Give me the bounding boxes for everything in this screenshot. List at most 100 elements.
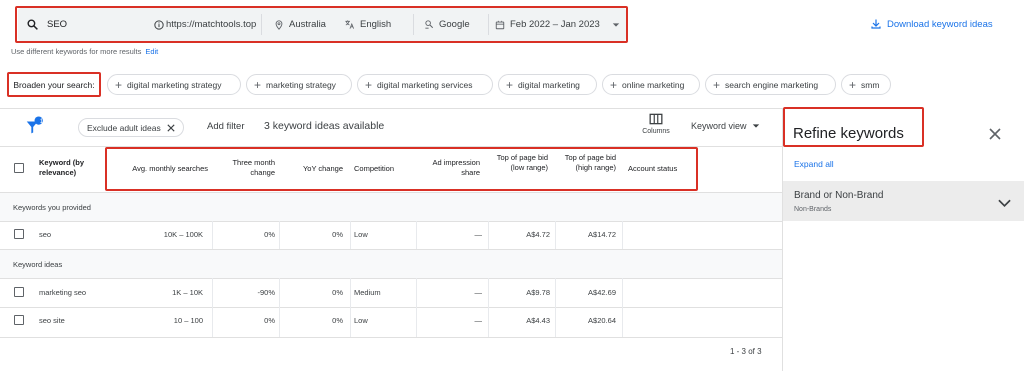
cell-bid-high: A$42.69 bbox=[588, 288, 616, 297]
cell-ad-impression-share: — bbox=[474, 230, 483, 239]
column-header-bid-high[interactable]: Top of page bid (high range) bbox=[560, 153, 616, 173]
cell-ad-impression-share: — bbox=[474, 288, 483, 297]
search-icon bbox=[27, 19, 38, 30]
column-header-three-month-change[interactable]: Three month change bbox=[214, 158, 275, 178]
column-divider bbox=[416, 278, 417, 337]
keyword-view-dropdown[interactable]: Keyword view bbox=[691, 121, 760, 131]
add-filter-button[interactable]: Add filter bbox=[207, 121, 245, 132]
cell-competition: Medium bbox=[354, 288, 381, 297]
cell-avg-monthly-searches: 1K – 10K bbox=[172, 288, 203, 297]
divider bbox=[0, 108, 782, 109]
divider bbox=[261, 14, 262, 35]
search-hint: Use different keywords for more results E… bbox=[11, 47, 158, 56]
cell-three-month-change: -90% bbox=[257, 288, 275, 297]
cell-keyword[interactable]: seo site bbox=[39, 316, 65, 325]
cell-keyword[interactable]: marketing seo bbox=[39, 288, 86, 297]
cell-yoy-change: 0% bbox=[332, 316, 343, 325]
cell-bid-high: A$14.72 bbox=[588, 230, 616, 239]
download-keyword-ideas-button[interactable]: Download keyword ideas bbox=[870, 18, 993, 30]
cell-bid-low: A$4.72 bbox=[526, 230, 550, 239]
cell-ad-impression-share: — bbox=[474, 316, 483, 325]
row-checkbox[interactable] bbox=[14, 287, 24, 297]
refine-group-brand[interactable] bbox=[783, 181, 1024, 221]
chip-label: online marketing bbox=[622, 79, 685, 90]
pagination-info: 1 - 3 of 3 bbox=[730, 347, 762, 356]
column-divider bbox=[622, 221, 623, 249]
close-icon[interactable] bbox=[167, 123, 175, 132]
divider bbox=[413, 14, 414, 35]
cell-bid-low: A$9.78 bbox=[526, 288, 550, 297]
plus-icon: + bbox=[254, 77, 262, 92]
location-selector[interactable]: Australia bbox=[274, 8, 336, 41]
columns-icon bbox=[649, 113, 663, 125]
cell-three-month-change: 0% bbox=[264, 316, 275, 325]
broaden-chip[interactable]: + search engine marketing bbox=[705, 74, 836, 95]
date-range-text: Feb 2022 – Jan 2023 bbox=[510, 19, 600, 30]
chip-label: search engine marketing bbox=[725, 79, 819, 90]
expand-group-button[interactable] bbox=[998, 195, 1011, 213]
cell-competition: Low bbox=[354, 316, 368, 325]
broaden-chip[interactable]: + digital marketing strategy bbox=[107, 74, 241, 95]
chip-label: marketing strategy bbox=[266, 79, 336, 90]
columns-button[interactable]: Columns bbox=[637, 113, 675, 135]
column-header-account-status[interactable]: Account status bbox=[628, 164, 696, 174]
exclude-adult-ideas-chip[interactable]: Exclude adult ideas bbox=[78, 118, 184, 137]
calendar-icon bbox=[495, 20, 505, 29]
broaden-chip[interactable]: + marketing strategy bbox=[246, 74, 352, 95]
location-text: Australia bbox=[289, 19, 326, 30]
download-icon bbox=[871, 19, 881, 29]
language-selector[interactable]: English bbox=[344, 8, 410, 41]
plus-icon: + bbox=[506, 77, 514, 92]
close-panel-button[interactable] bbox=[989, 127, 1001, 145]
refine-group-subtitle: Non-Brands bbox=[794, 206, 832, 213]
column-header-yoy-change[interactable]: YoY change bbox=[281, 164, 343, 174]
exclude-chip-label: Exclude adult ideas bbox=[87, 122, 161, 133]
divider bbox=[0, 307, 782, 308]
select-all-checkbox[interactable] bbox=[14, 163, 24, 173]
broaden-chip[interactable]: + digital marketing services bbox=[357, 74, 493, 95]
cell-bid-high: A$20.64 bbox=[588, 316, 616, 325]
cell-avg-monthly-searches: 10 – 100 bbox=[173, 316, 203, 325]
cell-competition: Low bbox=[354, 230, 368, 239]
plus-icon: + bbox=[849, 77, 857, 92]
translate-icon bbox=[345, 20, 355, 29]
keyword-search-bar: SEO https://matchtools.top Australia Eng… bbox=[18, 8, 626, 41]
cell-three-month-change: 0% bbox=[264, 230, 275, 239]
column-header-avg-monthly-searches[interactable]: Avg. monthly searches bbox=[108, 164, 208, 174]
chevron-down-icon bbox=[998, 199, 1011, 208]
column-header-ad-impression-share[interactable]: Ad impression share bbox=[420, 158, 480, 178]
keyword-view-label: Keyword view bbox=[691, 121, 747, 131]
plus-icon: + bbox=[713, 77, 721, 92]
cell-avg-monthly-searches: 10K – 100K bbox=[163, 230, 203, 239]
chip-label: digital marketing bbox=[518, 79, 580, 90]
column-header-keyword[interactable]: Keyword (by relevance) bbox=[39, 158, 101, 178]
column-divider bbox=[488, 278, 489, 337]
search-engine-selector[interactable]: Google bbox=[424, 8, 486, 41]
row-checkbox[interactable] bbox=[14, 315, 24, 325]
cell-yoy-change: 0% bbox=[332, 288, 343, 297]
broaden-label-text: Broaden your search: bbox=[13, 79, 95, 90]
row-checkbox[interactable] bbox=[14, 229, 24, 239]
close-icon bbox=[989, 128, 1001, 140]
plus-icon: + bbox=[115, 77, 123, 92]
divider bbox=[0, 278, 782, 279]
edit-link[interactable]: Edit bbox=[145, 47, 158, 56]
broaden-chip[interactable]: + digital marketing bbox=[498, 74, 597, 95]
column-divider bbox=[279, 221, 280, 249]
broaden-chip[interactable]: + smm bbox=[841, 74, 891, 95]
broaden-chip[interactable]: + online marketing bbox=[602, 74, 700, 95]
column-divider bbox=[279, 278, 280, 337]
expand-all-link[interactable]: Expand all bbox=[794, 159, 834, 169]
date-range-selector[interactable]: Feb 2022 – Jan 2023 bbox=[495, 8, 621, 41]
column-header-bid-low[interactable]: Top of page bid (low range) bbox=[494, 153, 548, 173]
cell-keyword[interactable]: seo bbox=[39, 230, 51, 239]
divider bbox=[0, 337, 782, 338]
section-keyword-ideas: Keyword ideas bbox=[0, 250, 782, 278]
column-header-competition[interactable]: Competition bbox=[354, 164, 414, 174]
location-pin-icon bbox=[275, 19, 283, 30]
site-url-field[interactable]: https://matchtools.top bbox=[154, 8, 276, 41]
divider bbox=[488, 14, 489, 35]
search-query-field[interactable]: SEO bbox=[26, 8, 146, 41]
filter-button[interactable]: 1 bbox=[24, 116, 46, 143]
column-divider bbox=[488, 221, 489, 249]
